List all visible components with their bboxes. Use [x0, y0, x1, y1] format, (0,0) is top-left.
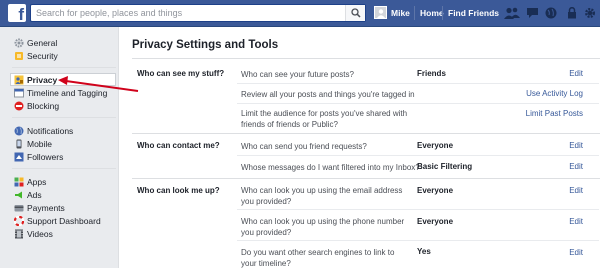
limit-past-posts-link[interactable]: Limit Past Posts — [526, 109, 583, 118]
sidebar-item-security[interactable]: Security — [14, 50, 118, 62]
home-link[interactable]: Home — [420, 8, 444, 18]
sidebar-item-followers[interactable]: Followers — [14, 151, 118, 163]
sidebar-divider — [12, 168, 116, 169]
setting-value: Everyone — [417, 217, 454, 226]
mobile-icon — [16, 139, 22, 149]
videos-icon — [15, 229, 23, 239]
sidebar-item-payments[interactable]: Payments — [14, 202, 118, 214]
section-label-contact-me: Who can contact me? — [137, 141, 220, 150]
shield-icon — [15, 52, 23, 60]
messages-icon[interactable] — [526, 7, 539, 19]
profile-link[interactable]: Mike — [391, 8, 410, 18]
setting-question: Who can look you up using the email addr… — [241, 186, 403, 206]
sidebar-item-label: Privacy — [27, 74, 58, 85]
facebook-logo[interactable]: f — [8, 4, 26, 24]
apps-icon — [14, 177, 24, 187]
sidebar-item-general[interactable]: General — [14, 37, 118, 49]
sidebar-item-label: Apps — [27, 177, 47, 187]
title-divider — [132, 58, 600, 59]
setting-row: Whose messages do I want filtered into m… — [237, 156, 599, 177]
sidebar-item-label: Payments — [27, 203, 65, 213]
use-activity-log-link[interactable]: Use Activity Log — [526, 89, 583, 98]
sidebar-item-videos[interactable]: Videos — [14, 228, 118, 240]
setting-question: Whose messages do I want filtered into m… — [241, 163, 420, 172]
sidebar-item-apps[interactable]: Apps — [14, 176, 118, 188]
setting-row: Who can look you up using the email addr… — [237, 179, 599, 210]
logo-letter: f — [18, 5, 24, 24]
search-input[interactable] — [31, 5, 341, 21]
sidebar-item-label: Ads — [27, 190, 42, 200]
followers-icon — [14, 152, 24, 162]
search-box — [30, 4, 366, 22]
edit-link[interactable]: Edit — [569, 248, 583, 257]
sidebar-item-support-dashboard[interactable]: Support Dashboard — [14, 215, 118, 227]
setting-value: Basic Filtering — [417, 162, 473, 171]
sidebar-item-label: Blocking — [27, 101, 60, 111]
section-label-see-my-stuff: Who can see my stuff? — [137, 69, 225, 78]
user-silhouette-icon — [377, 9, 385, 18]
edit-link[interactable]: Edit — [569, 217, 583, 226]
sidebar-item-label: Followers — [27, 152, 64, 162]
sidebar-item-notifications[interactable]: Notifications — [14, 125, 118, 137]
find-friends-link[interactable]: Find Friends — [448, 8, 499, 18]
friend-requests-icon[interactable] — [504, 7, 520, 19]
search-button[interactable] — [345, 5, 365, 21]
lock-icon[interactable] — [567, 7, 577, 19]
sidebar-divider — [12, 67, 116, 68]
block-icon — [14, 101, 24, 111]
edit-link[interactable]: Edit — [569, 69, 583, 78]
setting-row: Do you want other search engines to link… — [237, 241, 599, 268]
edit-link[interactable]: Edit — [569, 162, 583, 171]
setting-question: Who can look you up using the phone numb… — [241, 217, 405, 237]
top-bar: f Mike Home Find Friends — [0, 0, 600, 27]
setting-value: Friends — [417, 69, 446, 78]
setting-question: Review all your posts and things you're … — [241, 90, 415, 99]
nav-divider — [442, 6, 443, 20]
setting-row: Review all your posts and things you're … — [237, 84, 599, 104]
edit-link[interactable]: Edit — [569, 186, 583, 195]
sidebar-item-mobile[interactable]: Mobile — [14, 138, 118, 150]
setting-question: Who can see your future posts? — [241, 70, 354, 79]
payments-icon — [14, 205, 24, 212]
page-title: Privacy Settings and Tools — [132, 39, 279, 51]
sidebar-item-label: Mobile — [27, 139, 53, 149]
notifications-globe-icon[interactable] — [545, 7, 557, 19]
search-icon — [351, 8, 361, 18]
sidebar-item-label: Videos — [27, 229, 53, 239]
setting-question: Limit the audience for posts you've shar… — [241, 109, 408, 129]
setting-row: Who can send you friend requests? Everyo… — [237, 134, 599, 156]
ads-icon — [15, 191, 22, 199]
setting-value: Yes — [417, 247, 431, 256]
gear-icon — [14, 38, 24, 48]
setting-question: Who can send you friend requests? — [241, 142, 367, 151]
settings-sidebar: General Security Privacy Timeline and Ta… — [0, 27, 118, 268]
setting-value: Everyone — [417, 141, 454, 150]
setting-question: Do you want other search engines to link… — [241, 248, 395, 268]
sidebar-item-blocking[interactable]: Blocking — [14, 100, 118, 112]
support-icon — [14, 216, 24, 226]
avatar[interactable] — [374, 6, 387, 19]
sidebar-item-privacy[interactable]: Privacy — [10, 73, 116, 86]
edit-link[interactable]: Edit — [569, 141, 583, 150]
sidebar-item-label: Timeline and Tagging — [27, 88, 108, 98]
sidebar-item-label: Support Dashboard — [27, 216, 101, 226]
setting-value: Everyone — [417, 186, 454, 195]
globe-icon — [14, 126, 24, 136]
sidebar-divider — [12, 117, 116, 118]
settings-gear-icon[interactable] — [584, 7, 596, 19]
sidebar-item-timeline-and-tagging[interactable]: Timeline and Tagging — [14, 87, 118, 99]
privacy-lock-icon — [14, 75, 24, 84]
setting-row: Who can look you up using the phone numb… — [237, 210, 599, 241]
sidebar-item-ads[interactable]: Ads — [14, 189, 118, 201]
privacy-settings-panel: Privacy Settings and Tools Who can see m… — [118, 27, 600, 268]
setting-row: Limit the audience for posts you've shar… — [237, 104, 599, 132]
timeline-icon — [14, 88, 24, 98]
sidebar-item-label: General — [27, 38, 58, 48]
sidebar-item-label: Security — [27, 51, 58, 61]
nav-divider — [414, 6, 415, 20]
setting-row: Who can see your future posts? Friends E… — [237, 62, 599, 84]
section-label-look-me-up: Who can look me up? — [137, 186, 220, 195]
sidebar-item-label: Notifications — [27, 126, 74, 136]
